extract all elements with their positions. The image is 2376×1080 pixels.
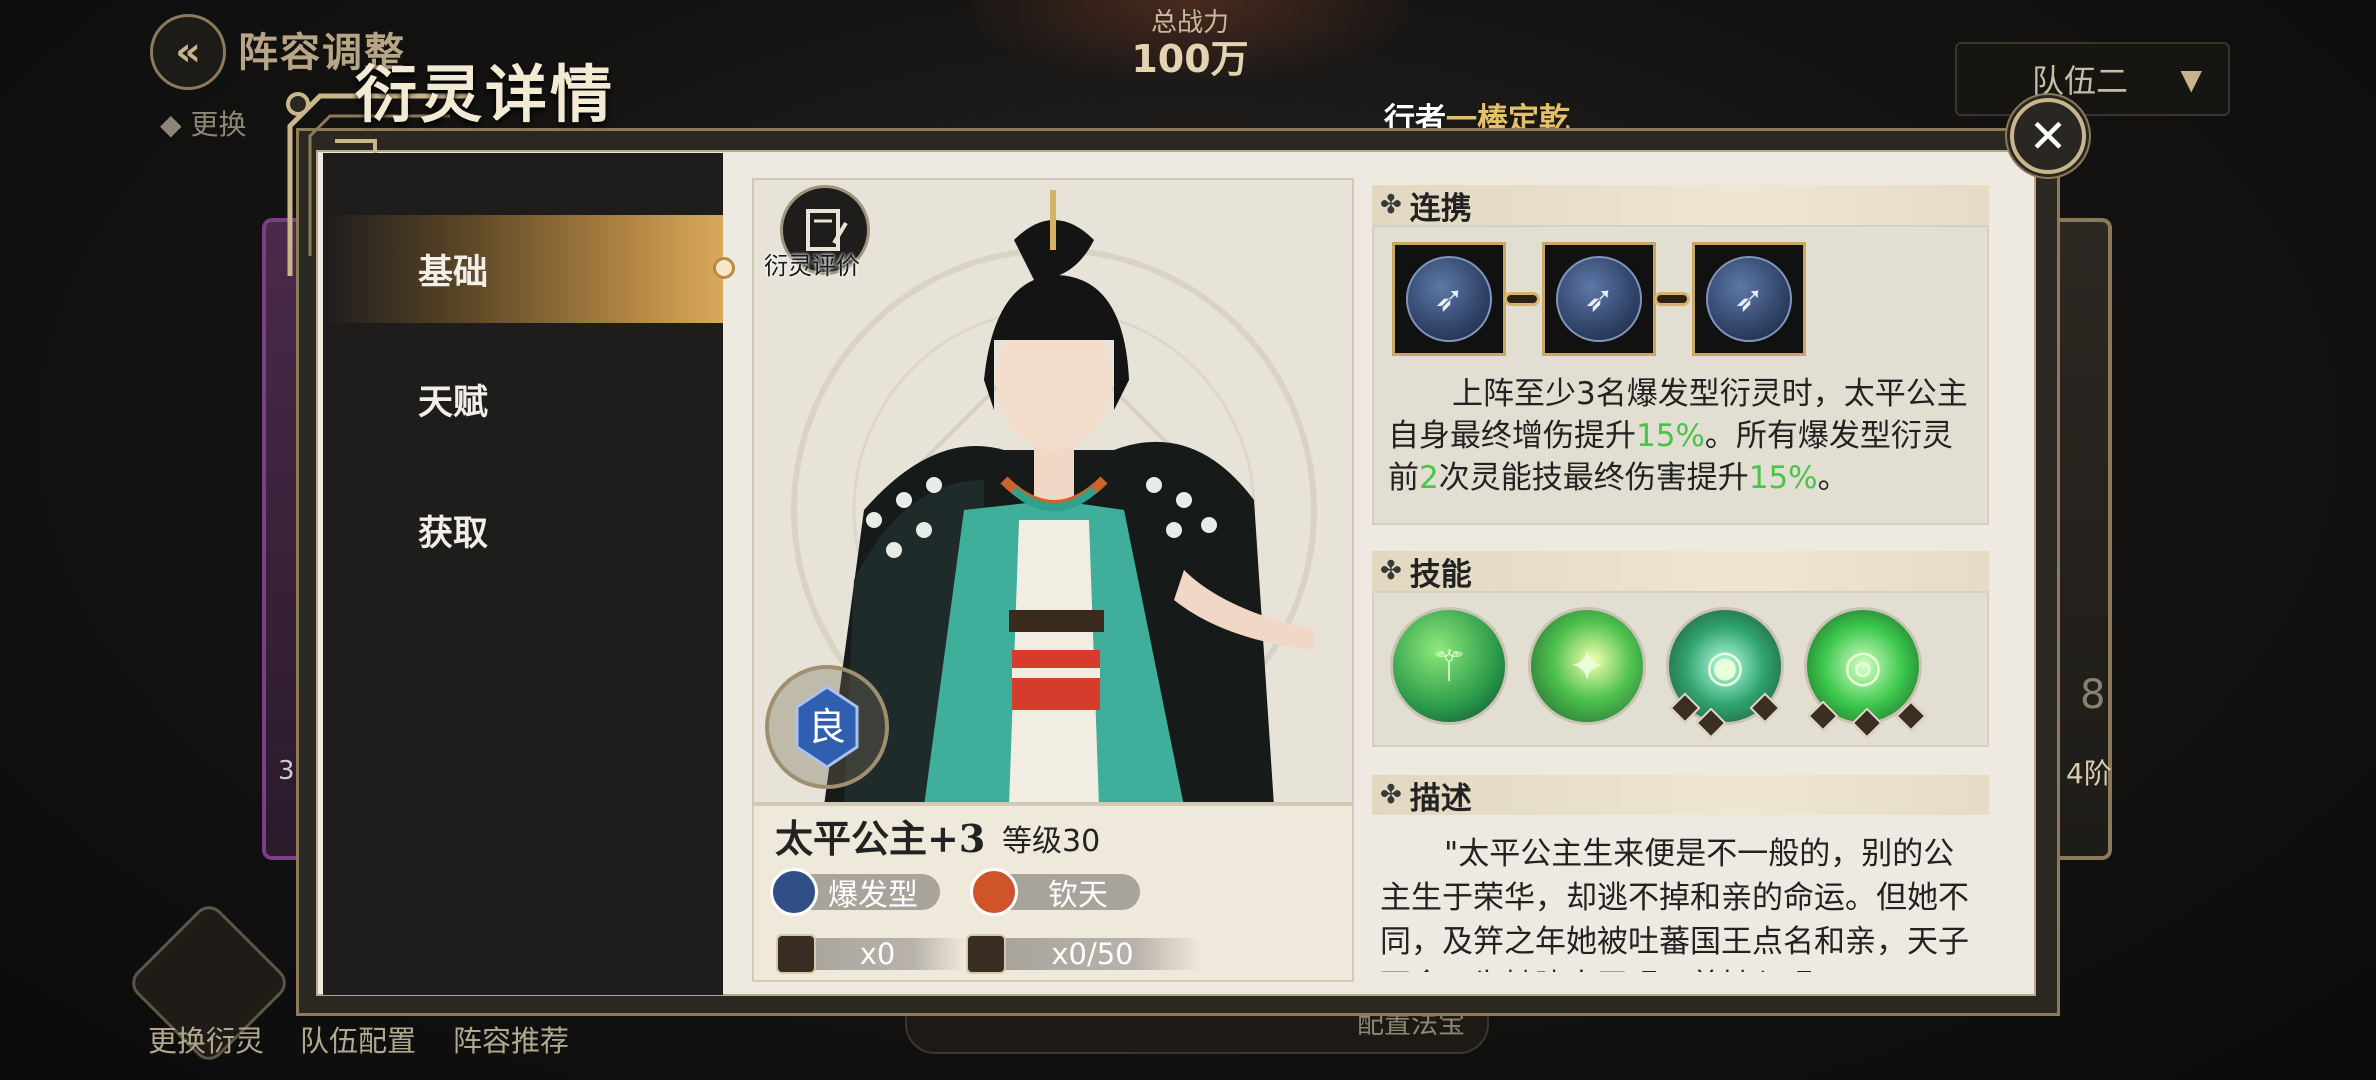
close-icon: ✕ [2028,109,2068,163]
skill-section-title: 技能 [1409,556,1472,593]
chevron-down-icon: ▼ [2180,62,2202,96]
detail-nav: 基础 天赋 获取 [323,153,735,995]
qintian-faction-icon [970,868,1018,916]
total-power: 总战力 100万 [970,0,1410,80]
swap-character-button[interactable]: 更换衍灵 [148,1018,264,1060]
tab-talent[interactable]: 天赋 [323,345,723,453]
character-story: "太平公主生来便是不一般的，别的公主生于荣华，却逃不掉和亲的命运。但她不同，及笄… [1380,836,1969,972]
burst-type-icon [770,868,818,916]
team-selector[interactable]: 队伍二 ▼ [1955,42,2230,116]
section-star-icon: ✤ [1380,556,1402,586]
tab-basic[interactable]: 基础 [323,215,735,323]
link-burst-icon: ➶ [1406,256,1492,342]
section-star-icon: ✤ [1380,780,1402,810]
chain-link-icon [1504,292,1540,306]
character-shard-icon [776,934,816,974]
link-tile-3[interactable]: ➶ [1692,242,1806,356]
tab-talent-label: 天赋 [418,382,489,423]
active-tab-indicator [713,257,735,279]
link-burst-icon: ➶ [1556,256,1642,342]
side-card-right-stage: 4阶 [2066,757,2112,790]
warning-text: ◆ 更换 [160,108,247,141]
tab-obtain-label: 获取 [418,513,489,554]
character-rating-label: 衍灵评价 [764,252,860,280]
character-name: 太平公主+3 [775,816,986,861]
link-description: 上阵至少3名爆发型衍灵时，太平公主自身最终增伤提升15%。所有爆发型衍灵前2次灵… [1388,376,1968,496]
description-section-title: 描述 [1409,780,1472,817]
chain-link-icon [1654,292,1690,306]
tab-basic-label: 基础 [418,252,489,293]
tab-obtain[interactable]: 获取 [323,476,723,584]
skill-burst-icon[interactable]: ✦ [1528,607,1646,725]
side-card-right-number: 8 [2080,672,2106,718]
link-section-header: ✤ 连携 [1372,185,1989,227]
character-level: 等级30 [1002,824,1101,859]
back-button[interactable]: « [150,14,226,90]
link-burst-icon: ➶ [1706,256,1792,342]
character-token-icon [966,934,1006,974]
section-star-icon: ✤ [1380,190,1402,220]
lineup-recommend-button[interactable]: 阵容推荐 [453,1018,569,1060]
side-card-left-number: 3 [278,756,295,786]
power-value: 100万 [1131,37,1249,81]
team-config-button[interactable]: 队伍配置 [300,1018,416,1060]
power-label: 总战力 [1150,8,1229,38]
skill-staff-icon[interactable]: ⚚ [1390,607,1508,725]
shard-count-value: x0 [859,937,896,971]
back-arrow-icon: « [175,29,201,75]
close-button[interactable]: ✕ [2010,98,2086,174]
link-tile-1[interactable]: ➶ [1392,242,1506,356]
team-selector-value: 队伍二 [2032,62,2129,100]
rank-badge-text: 良 [808,705,846,749]
rank-badge: 良 [765,665,889,789]
skill-section-header: ✤ 技能 [1372,551,1989,593]
token-count-value: x0/50 [1051,937,1134,971]
faction-tag-label: 钦天 [1048,878,1108,913]
modal-title: 衍灵详情 [355,58,616,131]
shard-count: x0 [790,937,965,971]
link-tile-2[interactable]: ➶ [1542,242,1656,356]
description-section-header: ✤ 描述 [1372,775,1989,817]
link-section-title: 连携 [1409,190,1472,227]
warning-icon: ◆ [160,108,182,141]
token-count: x0/50 [985,937,1200,971]
type-tag-label: 爆发型 [828,878,918,913]
